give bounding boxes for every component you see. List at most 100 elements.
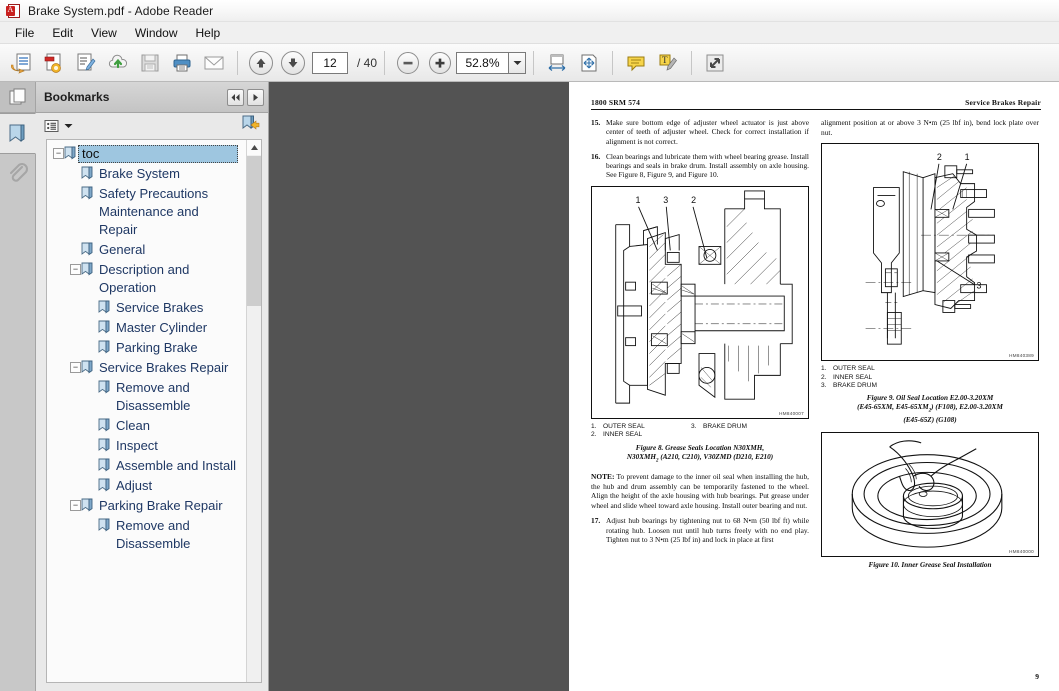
bookmark-item[interactable]: Remove and Disassemble — [47, 378, 246, 416]
bookmarks-tab[interactable] — [0, 113, 36, 154]
attachments-tab[interactable] — [0, 154, 36, 195]
scrollbar-thumb[interactable] — [247, 156, 261, 306]
bookmark-item[interactable]: − Parking Brake Repair — [47, 496, 246, 516]
main-toolbar: 12 / 40 52.8% T — [0, 44, 1059, 82]
bookmark-icon — [98, 320, 112, 336]
f9-legend-3-label: BRAKE DRUM — [833, 382, 877, 389]
menu-item-help[interactable]: Help — [187, 24, 230, 42]
bookmark-icon — [98, 438, 112, 454]
navigation-rail — [0, 82, 36, 691]
scroll-up-button[interactable] — [247, 140, 261, 155]
edit-pdf-button[interactable] — [71, 48, 101, 78]
left-column: 15. Make sure bottom edge of adjuster wh… — [591, 118, 809, 577]
bookmark-collapse-toggle[interactable]: − — [70, 500, 81, 511]
bookmark-label: Remove and Disassemble — [116, 518, 191, 551]
fit-width-button[interactable] — [542, 48, 572, 78]
read-mode-button[interactable] — [700, 48, 730, 78]
bookmark-item[interactable]: Adjust — [47, 476, 246, 496]
bookmarks-tree[interactable]: − toc Brake System Safety Precautions Maint… — [46, 139, 262, 683]
zoom-level-input[interactable]: 52.8% — [456, 51, 509, 74]
bookmark-label: Description and Operation — [99, 262, 190, 295]
bookmark-item[interactable]: Clean — [47, 416, 246, 436]
bookmark-item[interactable]: Remove and Disassemble — [47, 516, 246, 554]
bookmark-item[interactable]: Parking Brake — [47, 338, 246, 358]
figure-8-legend: 1. OUTER SEAL 3. BRAKE DRUM 2. INNER SEA… — [591, 423, 809, 440]
save-button[interactable] — [135, 48, 165, 78]
bookmark-label: Adjust — [116, 478, 153, 493]
f9-legend-2-num: 2. — [821, 373, 827, 381]
create-pdf-button[interactable] — [39, 48, 69, 78]
menu-item-view[interactable]: View — [82, 24, 126, 42]
chevron-down-icon[interactable] — [508, 51, 527, 74]
zoom-out-button[interactable] — [393, 48, 423, 78]
figure-8-caption-line1: Figure 8. Grease Seals Location N30XMH, — [635, 443, 765, 452]
email-button[interactable] — [199, 48, 229, 78]
figure-8-caption-line2: N30XMH — [626, 452, 657, 461]
step-15-text: Make sure bottom edge of adjuster wheel … — [606, 118, 809, 146]
bookmark-icon — [9, 124, 25, 142]
figure-9-caption-line2b: ) (F108), E2.00-3.20XM — [931, 403, 1003, 412]
bookmark-options-button[interactable] — [44, 119, 73, 134]
continuation-text: alignment position at or above 3 N•m (25… — [821, 118, 1039, 137]
bookmark-item[interactable]: General — [47, 240, 246, 260]
bookmark-item[interactable]: Service Brakes — [47, 298, 246, 318]
bookmark-label: Clean — [116, 418, 150, 433]
title-bar: Brake System.pdf - Adobe Reader — [0, 0, 1059, 22]
print-button[interactable] — [167, 48, 197, 78]
toolbar-separator-3 — [533, 50, 535, 75]
figure-9-image: 2 1 3 HM840389 — [821, 143, 1039, 362]
bookmark-item[interactable]: Brake System — [47, 164, 246, 184]
bookmark-collapse-toggle[interactable]: − — [70, 362, 81, 373]
page-number-input[interactable]: 12 — [312, 51, 348, 74]
bookmark-collapse-toggle[interactable]: − — [70, 264, 81, 275]
bookmarks-tree-rows: − toc Brake System Safety Precautions Maint… — [47, 140, 246, 682]
sticky-note-button[interactable] — [621, 48, 651, 78]
note-label: NOTE: — [591, 472, 615, 482]
window-title: Brake System.pdf - Adobe Reader — [28, 3, 214, 18]
step-17-number: 17. — [591, 516, 601, 526]
page-thumbnails-tab[interactable] — [0, 82, 35, 113]
page-total-label: / 40 — [357, 55, 378, 70]
figure-9-caption: Figure 9. Oil Seal Location E2.00-3.20XM… — [821, 394, 1039, 424]
collapse-panel-button[interactable] — [227, 88, 244, 106]
bookmark-item[interactable]: Safety Precautions Maintenance and Repai… — [47, 184, 246, 240]
step-16-number: 16. — [591, 151, 601, 161]
menu-item-edit[interactable]: Edit — [43, 24, 82, 42]
bookmark-icon — [81, 262, 95, 278]
bookmarks-panel-title: Bookmarks — [44, 90, 110, 104]
bookmark-collapse-toggle[interactable]: − — [53, 148, 64, 159]
bookmark-item[interactable]: − toc — [47, 144, 246, 164]
previous-page-button[interactable] — [246, 48, 276, 78]
bookmark-item[interactable]: Master Cylinder — [47, 318, 246, 338]
bookmark-item[interactable]: − Service Brakes Repair — [47, 358, 246, 378]
expand-panel-button[interactable] — [247, 88, 264, 106]
bookmarks-panel-header: Bookmarks — [36, 82, 268, 113]
figure-10-caption: Figure 10. Inner Grease Seal Installatio… — [868, 560, 992, 569]
bookmark-item[interactable]: Assemble and Install — [47, 456, 246, 476]
menu-item-window[interactable]: Window — [126, 24, 187, 42]
new-bookmark-button[interactable] — [241, 115, 260, 137]
step-17-text: Adjust hub bearings by tightening nut to… — [606, 516, 809, 544]
fit-page-button[interactable] — [574, 48, 604, 78]
bookmark-label: toc — [78, 145, 238, 163]
bookmark-item[interactable]: − Description and Operation — [47, 260, 246, 298]
bookmark-label: Remove and Disassemble — [116, 380, 191, 413]
bookmarks-panel: Bookmarks − toc Brake System Safety Prec… — [36, 82, 269, 691]
bookmark-item[interactable]: Inspect — [47, 436, 246, 456]
upload-cloud-button[interactable] — [103, 48, 133, 78]
bookmark-icon — [81, 166, 95, 182]
menu-item-file[interactable]: File — [6, 24, 43, 42]
f9-legend-1-num: 1. — [821, 365, 827, 373]
bookmarks-scrollbar[interactable] — [246, 140, 261, 682]
figure-8-image: 1 3 2 HM840007 — [591, 185, 809, 419]
zoom-in-button[interactable] — [425, 48, 455, 78]
open-file-button[interactable] — [7, 48, 37, 78]
next-page-button[interactable] — [278, 48, 308, 78]
figure-9-legend: 1. OUTER SEAL 2. INNER SEAL 3. BRAKE DRU… — [821, 365, 1039, 390]
f9-legend-3-num: 3. — [821, 382, 827, 389]
highlight-text-button[interactable]: T — [653, 48, 683, 78]
bookmark-icon — [98, 340, 112, 356]
svg-text:T: T — [662, 55, 668, 65]
bookmark-label: Service Brakes Repair — [99, 360, 229, 375]
document-viewer[interactable]: 1800 SRM 574 Service Brakes Repair 15. M… — [269, 82, 1059, 691]
